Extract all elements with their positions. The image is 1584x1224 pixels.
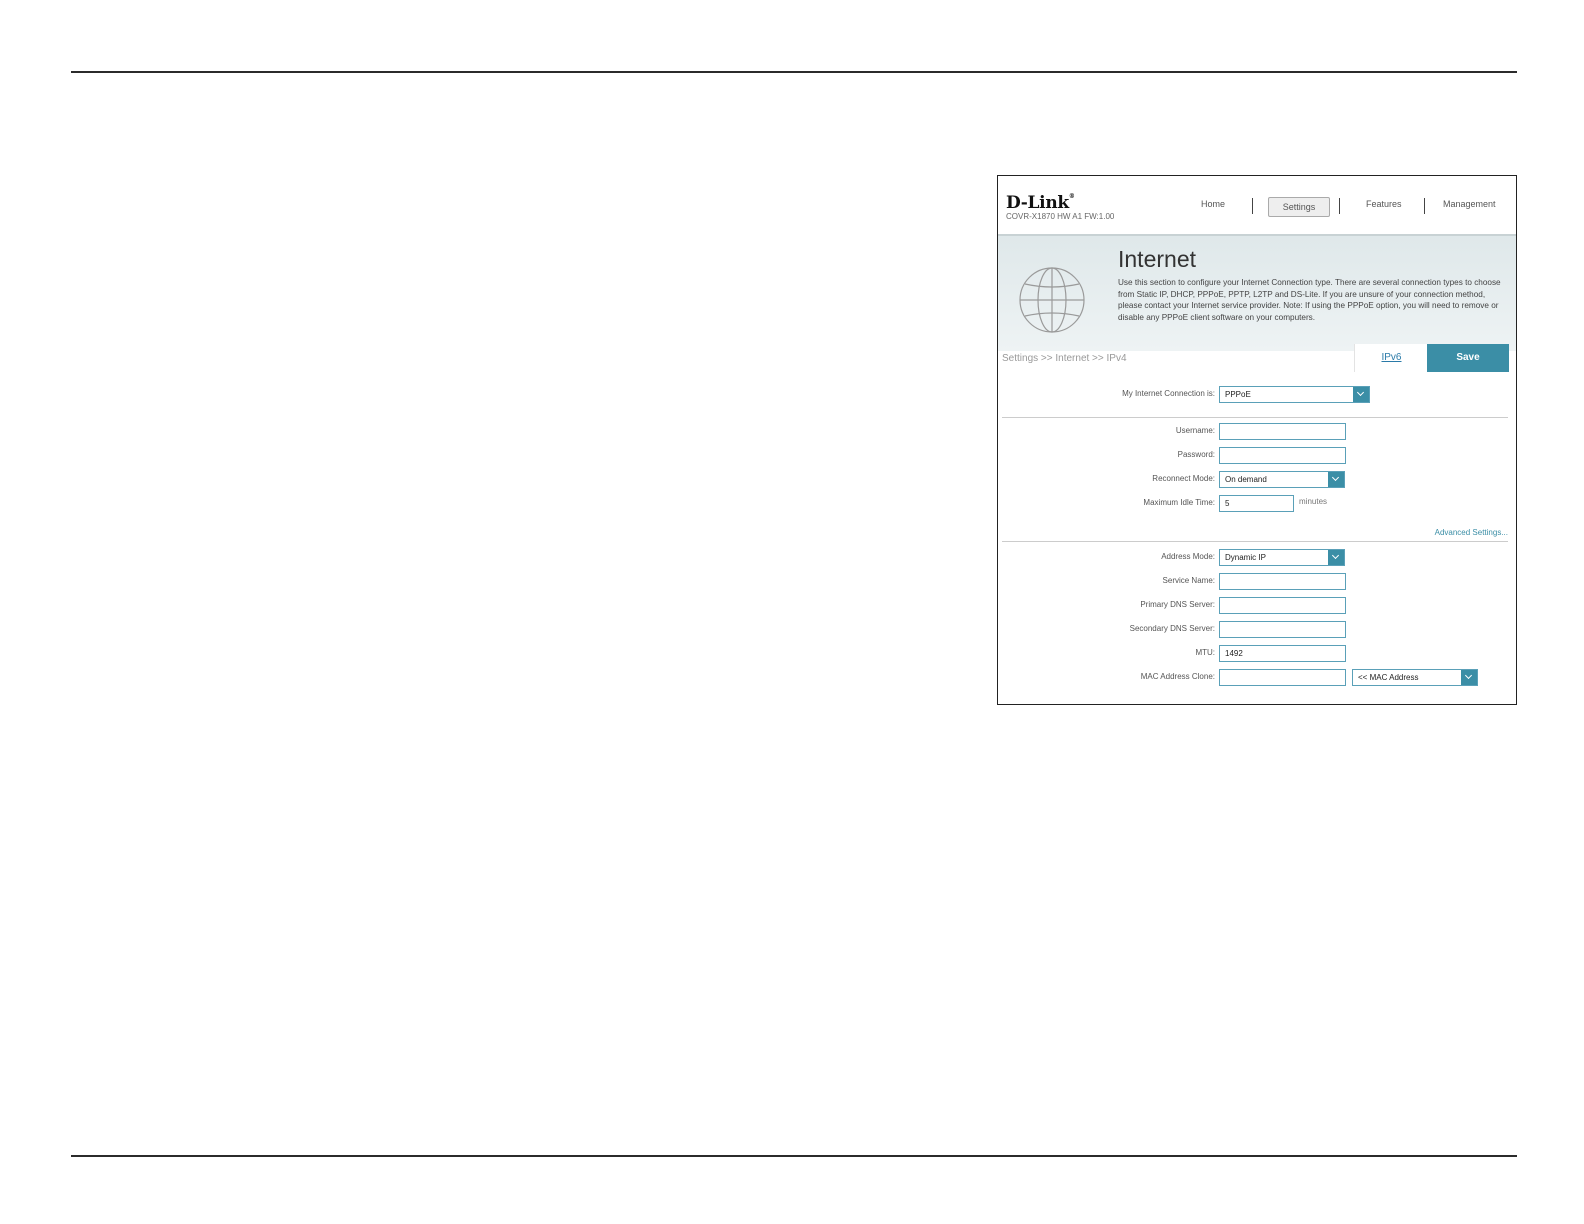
mtu-label: MTU: xyxy=(1195,648,1215,657)
globe-icon xyxy=(1019,267,1085,333)
primary-dns-field[interactable] xyxy=(1219,597,1346,614)
nav-home[interactable]: Home xyxy=(1201,199,1225,209)
idle-time-field[interactable] xyxy=(1219,495,1294,512)
mac-clone-label: MAC Address Clone: xyxy=(1140,672,1215,681)
header: D-Link® COVR-X1870 HW A1 FW:1.00 Home Se… xyxy=(998,176,1516,234)
nav-separator xyxy=(1339,198,1340,214)
page-description: Use this section to configure your Inter… xyxy=(1118,278,1501,322)
reconnect-mode-label: Reconnect Mode: xyxy=(1152,474,1215,483)
divider xyxy=(1002,541,1508,542)
chevron-down-icon xyxy=(1328,472,1344,487)
nav-settings[interactable]: Settings xyxy=(1268,197,1330,217)
service-name-field[interactable] xyxy=(1219,573,1346,590)
nav-management[interactable]: Management xyxy=(1443,199,1496,209)
mac-address-select[interactable]: << MAC Address xyxy=(1352,669,1478,686)
primary-dns-label: Primary DNS Server: xyxy=(1140,600,1215,609)
nav-separator xyxy=(1252,198,1253,214)
router-screenshot: D-Link® COVR-X1870 HW A1 FW:1.00 Home Se… xyxy=(997,175,1517,705)
secondary-dns-field[interactable] xyxy=(1219,621,1346,638)
username-field[interactable] xyxy=(1219,423,1346,440)
username-label: Username: xyxy=(1175,426,1215,435)
chevron-down-icon xyxy=(1353,387,1369,402)
password-label: Password: xyxy=(1177,450,1215,459)
reconnect-mode-select[interactable]: On demand xyxy=(1219,471,1345,488)
address-mode-label: Address Mode: xyxy=(1161,552,1215,561)
idle-time-unit: minutes xyxy=(1299,497,1328,506)
chevron-down-icon xyxy=(1461,670,1477,685)
save-button[interactable]: Save xyxy=(1427,344,1509,372)
connection-type-select[interactable]: PPPoE xyxy=(1219,386,1370,403)
top-rule xyxy=(71,71,1517,73)
page-title: Internet xyxy=(1118,246,1196,272)
password-field[interactable] xyxy=(1219,447,1346,464)
address-mode-select[interactable]: Dynamic IP xyxy=(1219,549,1345,566)
chevron-down-icon xyxy=(1328,550,1344,565)
model-info: COVR-X1870 HW A1 FW:1.00 xyxy=(1006,212,1115,221)
bottom-rule xyxy=(71,1155,1517,1157)
mtu-field[interactable] xyxy=(1219,645,1346,662)
idle-time-label: Maximum Idle Time: xyxy=(1143,498,1215,507)
dlink-logo: D-Link® xyxy=(1006,193,1075,213)
breadcrumb: Settings >> Internet >> IPv4 xyxy=(1002,353,1127,364)
service-name-label: Service Name: xyxy=(1162,576,1215,585)
internet-banner: Internet Use this section to configure y… xyxy=(998,234,1516,351)
mac-clone-field[interactable] xyxy=(1219,669,1346,686)
secondary-dns-label: Secondary DNS Server: xyxy=(1129,624,1215,633)
nav-features[interactable]: Features xyxy=(1366,199,1402,209)
nav-separator xyxy=(1424,198,1425,214)
connection-type-label: My Internet Connection is: xyxy=(1122,389,1215,398)
ipv6-link[interactable]: IPv6 xyxy=(1354,344,1428,372)
advanced-settings-link[interactable]: Advanced Settings... xyxy=(1435,528,1508,537)
divider xyxy=(1002,417,1508,418)
